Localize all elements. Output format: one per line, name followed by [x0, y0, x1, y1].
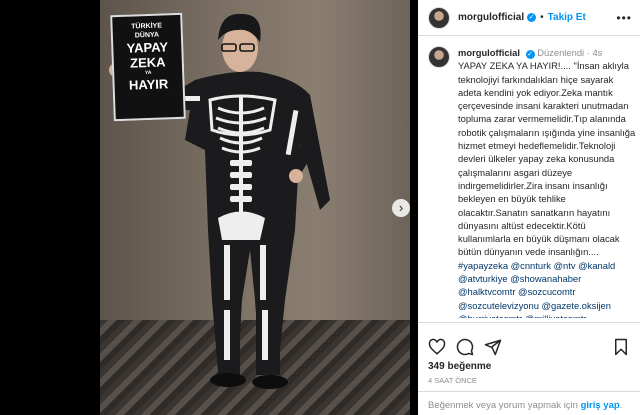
- more-icon[interactable]: •••: [616, 11, 632, 25]
- edited-label: Düzenlendi: [537, 47, 585, 58]
- avatar[interactable]: [428, 6, 450, 29]
- separator-dot: ·: [586, 47, 590, 58]
- username-link[interactable]: morgulofficial: [458, 12, 524, 23]
- separator-dot: •: [540, 12, 544, 23]
- caption-username[interactable]: morgulofficial: [458, 47, 520, 58]
- login-link[interactable]: giriş yap: [581, 400, 620, 411]
- next-button[interactable]: ›: [392, 199, 410, 217]
- comment-icon[interactable]: [456, 338, 474, 356]
- login-prompt: Beğenmek veya yorum yapmak için giriş ya…: [418, 391, 640, 415]
- protest-sign: TÜRKİYE DÜNYA YAPAY ZEKA YA HAYIR: [110, 12, 186, 122]
- post-image[interactable]: TÜRKİYE DÜNYA YAPAY ZEKA YA HAYIR: [100, 0, 410, 415]
- caption-body: morgulofficial ✓ Düzenlendi · 4s YAPAY Z…: [458, 46, 638, 318]
- login-prompt-text: Beğenmek veya yorum yapmak için: [428, 400, 578, 411]
- post-actions: 349 beğenme 4 saat önce Beğenmek veya yo…: [418, 322, 640, 415]
- post-sidebar: morgulofficial ✓ • Takip Et ••• morgulof…: [418, 0, 640, 415]
- caption-mentions[interactable]: #yapayzeka @cnnturk @ntv @kanald @atvtur…: [458, 260, 615, 318]
- likes-count[interactable]: 349 beğenme: [418, 361, 640, 372]
- verified-badge-icon: ✓: [527, 13, 537, 22]
- sign-line: HAYIR: [128, 76, 169, 93]
- login-suffix: .: [619, 400, 623, 411]
- action-icons: [418, 323, 640, 361]
- post-modal: TÜRKİYE DÜNYA YAPAY ZEKA YA HAYIR › morg…: [0, 0, 640, 415]
- avatar[interactable]: [428, 46, 450, 68]
- follow-button[interactable]: Takip Et: [548, 12, 586, 23]
- bookmark-icon[interactable]: [612, 338, 630, 356]
- post-header: morgulofficial ✓ • Takip Et •••: [418, 0, 640, 36]
- heart-icon[interactable]: [428, 338, 446, 356]
- caption-time: 4s: [592, 47, 603, 58]
- chevron-right-icon: ›: [398, 200, 404, 215]
- verified-badge-icon: ✓: [525, 50, 535, 59]
- share-icon[interactable]: [484, 338, 502, 356]
- post-time[interactable]: 4 saat önce: [418, 372, 640, 385]
- caption-text: YAPAY ZEKA YA HAYIR!.... "İnsan aklıyla …: [458, 60, 636, 258]
- caption: morgulofficial ✓ Düzenlendi · 4s YAPAY Z…: [428, 46, 638, 318]
